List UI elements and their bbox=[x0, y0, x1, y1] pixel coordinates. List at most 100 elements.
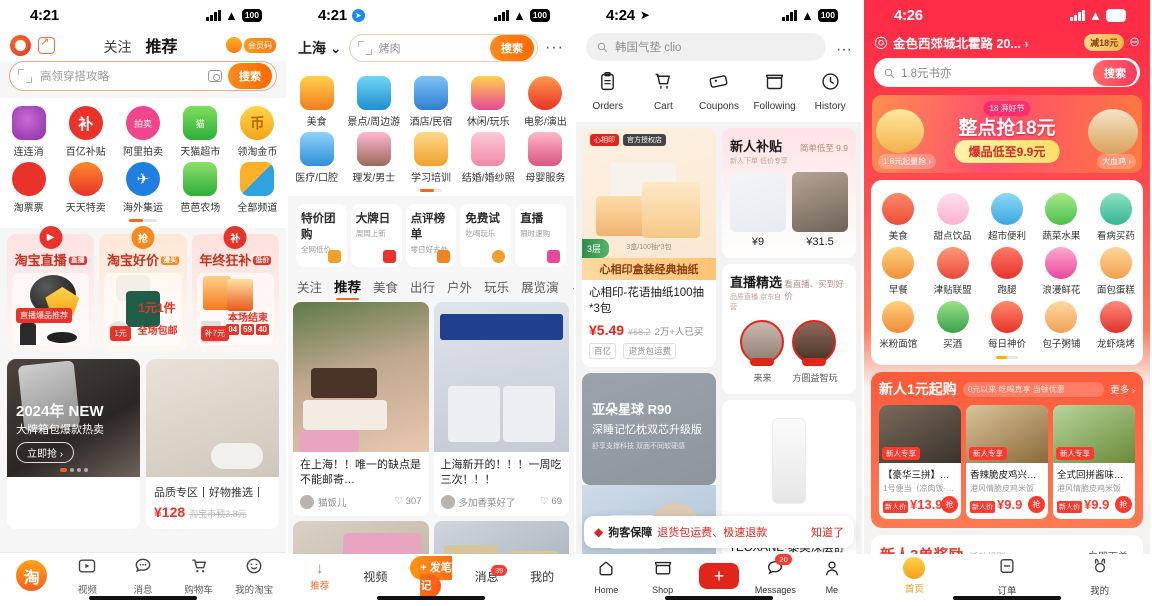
search-input[interactable]: 烤肉 bbox=[372, 40, 490, 56]
live-panel[interactable]: 直播精选 品质直播 京东自营 看直播、买到好价 来来 方圆益智玩 bbox=[722, 264, 856, 394]
more-icon[interactable]: ··· bbox=[836, 41, 852, 59]
newcomer-item[interactable]: 新人专享 香辣脆皮鸡兴饭＋饮… 港风情脆皮鸡米饭 新人价 ¥9.9 抢 bbox=[966, 405, 1048, 519]
carousel-dots[interactable] bbox=[59, 468, 88, 472]
search-button[interactable]: 搜索 bbox=[490, 35, 535, 61]
dismiss-button[interactable]: 知道了 bbox=[811, 524, 844, 540]
feed-card-banner[interactable]: 2024年 NEW 大牌箱包爆款热卖 立即抢 › bbox=[7, 359, 140, 529]
grid-item[interactable]: 景点/周边游 bbox=[345, 72, 402, 128]
discount-chip[interactable]: 减18元 bbox=[1084, 33, 1125, 51]
tab-mine[interactable]: 我的 bbox=[514, 567, 570, 585]
nav-tab[interactable]: 美食 bbox=[373, 277, 398, 296]
tab-video[interactable]: 视频 bbox=[348, 567, 404, 585]
nav-tab-active[interactable]: 推荐 bbox=[334, 276, 361, 300]
camera-scan-icon[interactable] bbox=[10, 34, 31, 56]
feed-card-product[interactable]: 品质专区丨好物推选丨 ¥128 淘宝市预3.8元 bbox=[146, 359, 279, 529]
tab-shop[interactable]: Shop bbox=[634, 558, 690, 595]
grid-pager[interactable] bbox=[420, 189, 442, 192]
product-card-tissue[interactable]: 心相印 官方授权店 3盒/100抽*3包 3层 心相印盒装经典抽纸 心相印-花语… bbox=[582, 128, 716, 368]
grid-item[interactable]: 连连消 bbox=[0, 102, 57, 158]
grid-item[interactable]: 拍卖 阿里拍卖 bbox=[114, 102, 171, 158]
grid-item[interactable]: 结婚/婚纱照 bbox=[460, 128, 517, 184]
city-selector[interactable]: 上海 ⌄ bbox=[298, 38, 342, 58]
tab-video[interactable]: 视频 bbox=[60, 556, 116, 596]
search-input[interactable]: 高领穿搭攻略 bbox=[32, 68, 208, 84]
category-item[interactable]: 面包蛋糕 bbox=[1089, 242, 1143, 296]
toast-notice[interactable]: ◆ 狗客保障 退货包运费、极速退款 知道了 bbox=[584, 516, 854, 548]
grid-pager[interactable] bbox=[129, 219, 157, 222]
note-card[interactable]: 在上海！！唯一的缺点是不能邮寄… 猫饭儿 ♡ 307 bbox=[293, 302, 429, 516]
grid-item[interactable]: 休闲/玩乐 bbox=[460, 72, 517, 128]
grid-item[interactable]: 母婴服务 bbox=[517, 128, 574, 184]
grid-item[interactable]: 猫天猫超市 bbox=[172, 102, 229, 158]
promo-card-yearend[interactable]: 补 年终狂补 低价 本场结束 04 59 40 补7元 bbox=[191, 226, 279, 352]
search-bar[interactable]: 韩国气垫 clio bbox=[586, 33, 827, 61]
more-link[interactable]: 更多 › bbox=[1110, 382, 1135, 396]
buy-button[interactable]: 抢 bbox=[941, 496, 958, 513]
buy-now-button[interactable]: 立即抢 › bbox=[16, 442, 75, 463]
nav-following[interactable]: Following bbox=[747, 71, 803, 112]
quick-entry[interactable]: 大牌日 周周上新 bbox=[350, 204, 402, 267]
category-item[interactable]: 津贴联盟 bbox=[925, 242, 979, 296]
category-item[interactable]: 米粉面馆 bbox=[871, 296, 925, 350]
note-card[interactable]: 上海新开的！！！一周吃三次！！！ 多加香菜好了 ♡ 69 bbox=[433, 302, 569, 516]
category-item[interactable]: 每日神价 bbox=[980, 296, 1034, 350]
note-likes[interactable]: ♡ 69 bbox=[540, 496, 562, 507]
minimize-icon[interactable]: ⊖ bbox=[1129, 34, 1140, 50]
grid-item[interactable]: 学习培训 bbox=[402, 128, 459, 184]
category-item[interactable]: 包子粥铺 bbox=[1034, 296, 1088, 350]
category-item[interactable]: 美食 bbox=[871, 188, 925, 242]
chevron-down-icon[interactable]: ⌄ bbox=[571, 279, 574, 294]
category-item[interactable]: 看病买药 bbox=[1089, 188, 1143, 242]
grid-item[interactable]: ✈ 海外集运 bbox=[114, 158, 171, 214]
tab-messages[interactable]: 39 消息 bbox=[459, 565, 515, 585]
promo-card-live[interactable]: ▶ 淘宝直播 直播 直播爆品推荐 bbox=[7, 226, 95, 352]
category-item[interactable]: 甜点饮品 bbox=[925, 188, 979, 242]
nav-orders[interactable]: Orders bbox=[580, 71, 636, 112]
tab-home[interactable]: 首页 bbox=[868, 557, 961, 595]
search-bar[interactable]: 烤肉 搜索 bbox=[348, 34, 539, 62]
note-likes[interactable]: ♡ 307 bbox=[394, 496, 421, 507]
buy-button[interactable]: 抢 bbox=[1028, 496, 1045, 513]
newcomer-item[interactable]: 新人专享 全式回拼酱味脆皮鸡… 港风情脆皮鸡米饭 新人价 ¥9.9 抢 bbox=[1053, 405, 1135, 519]
category-item[interactable]: 早餐 bbox=[871, 242, 925, 296]
share-icon[interactable] bbox=[38, 35, 55, 54]
search-input[interactable]: 1.8元书亦 bbox=[895, 65, 1093, 81]
more-icon[interactable]: ··· bbox=[545, 39, 564, 57]
grid-item[interactable]: 淘票票 bbox=[0, 158, 57, 214]
search-button[interactable]: 搜索 bbox=[228, 63, 272, 89]
quick-entry[interactable]: 点评榜单 零日好去处 bbox=[405, 204, 457, 267]
tab-home[interactable]: Home bbox=[578, 558, 634, 595]
category-item[interactable]: 浪漫鲜花 bbox=[1034, 242, 1088, 296]
nav-tab[interactable]: 出行 bbox=[410, 277, 435, 296]
newcomer-item[interactable]: 新人专享 【豪华三拼】麦尔良＋… 1号便当（凉肉饭·江… 新人价 ¥13.9 抢 bbox=[879, 405, 961, 519]
grid-item[interactable]: 全部频道 bbox=[229, 158, 286, 214]
live-host[interactable]: 来来 bbox=[740, 320, 785, 384]
banner-left-tag[interactable]: 1.8元起量抢 › bbox=[878, 154, 937, 169]
grid-item[interactable]: 天天特卖 bbox=[57, 158, 114, 214]
nav-coupons[interactable]: Coupons bbox=[691, 71, 747, 112]
nav-tab[interactable]: 户外 bbox=[447, 277, 472, 296]
tab-messages[interactable]: 消息 bbox=[115, 556, 171, 596]
search-bar[interactable]: 1.8元书亦 搜索 bbox=[874, 58, 1140, 87]
grid-item[interactable]: 美食 bbox=[288, 72, 345, 128]
nav-tab[interactable]: 关注 bbox=[297, 277, 322, 296]
grid-item[interactable]: 补百亿补贴 bbox=[57, 102, 114, 158]
publish-button[interactable]: + bbox=[691, 563, 747, 589]
tab-mine[interactable]: 我的 bbox=[1053, 556, 1146, 597]
camera-icon[interactable] bbox=[208, 70, 222, 82]
newcomer-item[interactable]: ¥9 bbox=[730, 172, 786, 248]
newcomer-panel[interactable]: 新人补贴 新人下单 低价专享 简单低至 9.9 ¥9 ¥31.5 bbox=[722, 128, 856, 258]
promo-banner[interactable]: 18 湃好节 整点抢18元 爆品低至9.9元 1.8元起量抢 › 大血鸡 › bbox=[872, 95, 1142, 173]
live-host[interactable]: 方圆益智玩 bbox=[792, 320, 838, 384]
nav-tab[interactable]: 玩乐 bbox=[484, 277, 509, 296]
scan-icon[interactable] bbox=[357, 41, 372, 55]
quick-entry[interactable]: 直播 限时速购 bbox=[515, 204, 566, 267]
grid-pager[interactable] bbox=[996, 356, 1018, 359]
category-item[interactable]: 龙虾烧烤 bbox=[1089, 296, 1143, 350]
grid-item[interactable]: 芭芭农场 bbox=[172, 158, 229, 214]
tab-follow[interactable]: 关注 bbox=[103, 37, 131, 57]
scan-icon[interactable] bbox=[18, 69, 32, 83]
nav-tab[interactable]: 展览演 bbox=[521, 277, 559, 296]
buy-button[interactable]: 抢 bbox=[1115, 496, 1132, 513]
location-bar[interactable]: ◎ 金色西郊城北霍路 20... › 减18元 ⊖ bbox=[864, 30, 1150, 58]
